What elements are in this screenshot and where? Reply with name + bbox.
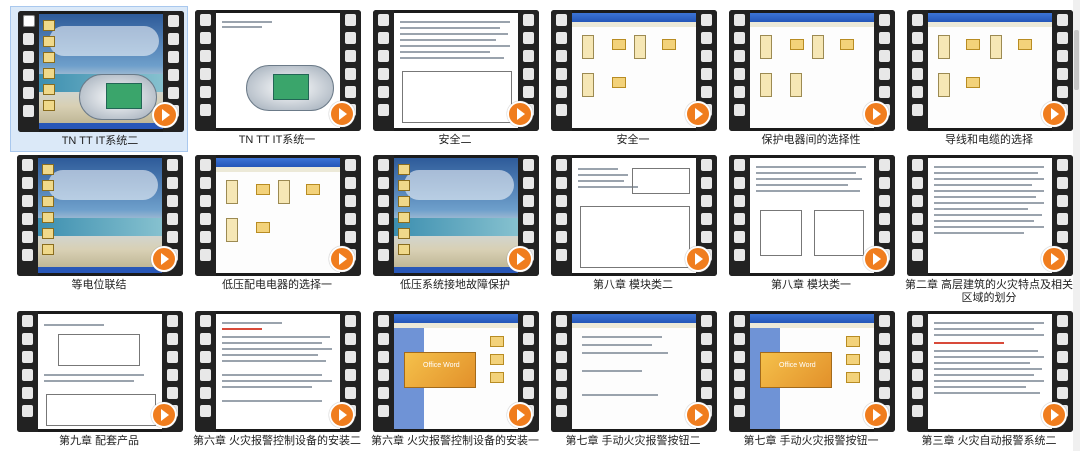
play-icon[interactable] [151,246,177,272]
video-thumbnail[interactable] [195,10,361,131]
file-name: 第九章 配套产品 [58,435,140,447]
play-icon[interactable] [151,402,177,428]
play-icon[interactable] [863,402,889,428]
play-icon[interactable] [507,402,533,428]
video-tile[interactable]: 导线和电缆的选择 [900,6,1078,152]
video-thumbnail[interactable] [18,11,184,132]
video-thumbnail[interactable]: Office Word [373,311,539,432]
file-name: 第二章 高层建筑的火灾特点及相关区域的划分 [904,279,1074,304]
file-name: 第八章 模块类一 [770,279,852,291]
file-name: 第七章 手动火灾报警按钮一 [743,435,879,447]
select-checkbox[interactable] [23,15,35,27]
video-thumbnail[interactable] [373,10,539,131]
play-icon[interactable] [1041,246,1067,272]
video-tile[interactable]: 第八章 模块类二 [544,151,722,297]
video-thumbnail[interactable] [195,155,361,276]
file-grid: TN TT IT系统二 TN TT IT系统一 安全二 安全一 保护电器间的选择… [0,0,1080,451]
video-thumbnail[interactable] [907,155,1073,276]
play-icon[interactable] [329,101,355,127]
video-tile[interactable]: 低压配电电器的选择一 [188,151,366,297]
video-tile[interactable]: 安全二 [366,6,544,152]
play-icon[interactable] [863,246,889,272]
play-icon[interactable] [685,101,711,127]
video-tile[interactable]: 第六章 火灾报警控制设备的安装二 [188,307,366,453]
video-tile[interactable]: 第八章 模块类一 [722,151,900,297]
file-name: 低压配电电器的选择一 [222,279,332,291]
video-tile[interactable]: Office Word 第六章 火灾报警控制设备的安装一 [366,307,544,453]
file-name: 第七章 手动火灾报警按钮二 [565,435,701,447]
play-icon[interactable] [329,402,355,428]
video-thumbnail[interactable] [729,10,895,131]
file-name: 低压系统接地故障保护 [400,279,510,291]
video-thumbnail[interactable] [373,155,539,276]
play-icon[interactable] [329,246,355,272]
file-name: 保护电器间的选择性 [761,134,861,146]
video-thumbnail[interactable] [907,10,1073,131]
video-tile[interactable]: 保护电器间的选择性 [722,6,900,152]
video-thumbnail[interactable] [551,311,717,432]
video-thumbnail[interactable] [17,155,183,276]
video-tile[interactable]: 安全一 [544,6,722,152]
play-icon[interactable] [1041,101,1067,127]
play-icon[interactable] [685,402,711,428]
video-tile[interactable]: Office Word 第七章 手动火灾报警按钮一 [722,307,900,453]
video-tile[interactable]: 第三章 火灾自动报警系统二 [900,307,1078,453]
file-name: 第三章 火灾自动报警系统二 [921,435,1057,447]
play-icon[interactable] [507,101,533,127]
play-icon[interactable] [507,246,533,272]
play-icon[interactable] [1041,402,1067,428]
video-tile[interactable]: 低压系统接地故障保护 [366,151,544,297]
video-tile[interactable]: TN TT IT系统二 [10,6,188,152]
file-name: 安全一 [616,134,650,146]
video-thumbnail[interactable] [729,155,895,276]
video-tile[interactable]: TN TT IT系统一 [188,6,366,152]
video-thumbnail[interactable] [17,311,183,432]
video-tile[interactable]: 等电位联结 [10,151,188,297]
video-tile[interactable]: 第九章 配套产品 [10,307,188,453]
file-name: 第六章 火灾报警控制设备的安装二 [192,435,362,447]
video-thumbnail[interactable] [195,311,361,432]
file-name: TN TT IT系统二 [61,135,139,147]
vertical-scrollbar[interactable] [1073,0,1080,451]
play-icon[interactable] [863,101,889,127]
video-tile[interactable]: 第七章 手动火灾报警按钮二 [544,307,722,453]
file-name: 安全二 [438,134,472,146]
play-icon[interactable] [152,102,178,128]
scrollbar-thumb[interactable] [1074,30,1079,90]
video-tile[interactable]: 第二章 高层建筑的火灾特点及相关区域的划分 [900,151,1078,304]
file-name: 第六章 火灾报警控制设备的安装一 [370,435,540,447]
video-thumbnail[interactable] [551,155,717,276]
video-thumbnail[interactable]: Office Word [729,311,895,432]
file-name: 等电位联结 [71,279,127,291]
file-name: 第八章 模块类二 [592,279,674,291]
video-thumbnail[interactable] [907,311,1073,432]
file-name: 导线和电缆的选择 [945,134,1033,146]
play-icon[interactable] [685,246,711,272]
video-thumbnail[interactable] [551,10,717,131]
file-name: TN TT IT系统一 [238,134,316,146]
